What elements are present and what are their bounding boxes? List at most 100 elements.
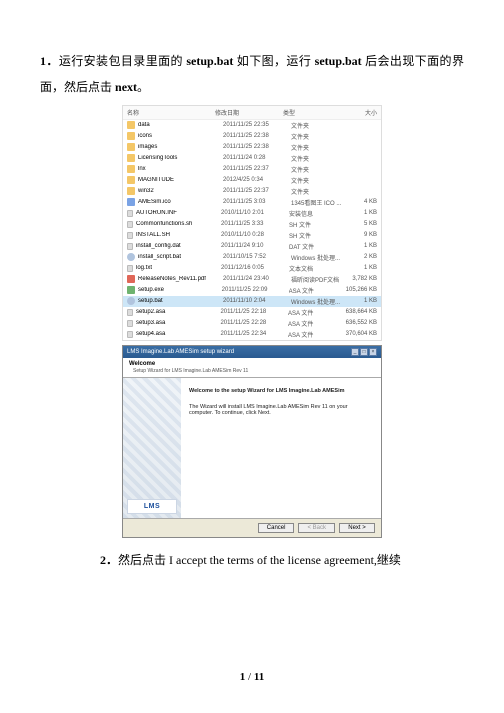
explorer-header: 名称 修改日期 类型 大小 (123, 106, 381, 120)
cell-type: 安装信息 (289, 209, 347, 218)
table-row: setup2.asa2011/11/25 22:18ASA 文件638,664 … (123, 307, 381, 318)
table-row: setup.exe2011/11/25 22:09ASA 文件105,266 K… (123, 285, 381, 296)
cell-size: 105,266 KB (346, 287, 377, 293)
cell-date: 2011/11/25 22:18 (220, 309, 288, 315)
cell-type: 1345看图王 ICO ... (291, 198, 349, 207)
cell-name: setup.bat (138, 298, 223, 304)
table-row: setup3.asa2011/11/25 22:28ASA 文件636,552 … (123, 318, 381, 329)
file-icon (127, 309, 133, 316)
setup-wizard-screenshot: LMS Imagine.Lab AMESim setup wizard _□× … (122, 345, 382, 538)
wizard-welcome-line: Welcome to the setup Wizard for LMS Imag… (189, 388, 373, 394)
cell-type: ASA 文件 (289, 286, 346, 295)
cell-size: 4 KB (349, 199, 377, 205)
table-row: AMESim.ico2011/11/25 3:031345看图王 ICO ...… (123, 197, 381, 208)
file-icon (127, 221, 133, 228)
file-icon (127, 232, 133, 239)
table-row: Commonfunctions.sh2011/11/25 3:33SH 文件5 … (123, 219, 381, 230)
cell-name: lnx (138, 166, 223, 172)
cell-name: install_config.dat (136, 243, 221, 249)
cell-name: log.txt (136, 265, 221, 271)
cell-type: ASA 文件 (288, 330, 346, 339)
table-row: setup.bat2011/11/10 2:04Windows 批处理...1 … (123, 296, 381, 307)
gear-icon (127, 253, 135, 261)
cell-date: 2011/11/25 22:38 (223, 144, 291, 150)
cell-date: 2011/11/25 3:03 (223, 199, 291, 205)
table-row: lnx2011/11/25 22:37文件夹 (123, 164, 381, 175)
cell-name: setup3.asa (136, 320, 220, 326)
cell-type: SH 文件 (289, 231, 347, 240)
table-row: INSTALL.SH2010/11/10 0:28SH 文件9 KB (123, 230, 381, 241)
wizard-title-text: LMS Imagine.Lab AMESim setup wizard (127, 349, 234, 355)
cell-date: 2011/11/25 22:34 (220, 331, 288, 337)
cell-size: 370,604 KB (346, 331, 377, 337)
cell-name: LicensingTools (138, 155, 223, 161)
cell-size: 1 KB (349, 298, 377, 304)
cell-type: 福昕阅读PDF文档 (291, 275, 349, 284)
table-row: log.txt2011/12/16 0:05文本文档1 KB (123, 263, 381, 274)
wizard-header: Welcome Setup Wizard for LMS Imagine.Lab… (123, 358, 381, 378)
cell-date: 2011/12/16 0:05 (221, 265, 289, 271)
cell-date: 2011/11/25 22:35 (223, 122, 291, 128)
file-icon (127, 265, 133, 272)
cell-size: 636,552 KB (346, 320, 377, 326)
folder-icon (127, 132, 135, 140)
folder-icon (127, 176, 135, 184)
cell-name: setup2.asa (136, 309, 220, 315)
cell-size: 9 KB (347, 232, 377, 238)
wizard-content: Welcome to the setup Wizard for LMS Imag… (181, 378, 381, 518)
cell-type: Windows 批处理... (291, 253, 349, 262)
table-row: win322011/11/25 22:37文件夹 (123, 186, 381, 197)
pdf-icon (127, 275, 135, 283)
wizard-instruction-line: The Wizard will install LMS Imagine.Lab … (189, 404, 373, 416)
file-icon (127, 210, 133, 217)
cell-type: ASA 文件 (288, 319, 346, 328)
cell-date: 2011/11/24 9:10 (221, 243, 289, 249)
cell-date: 2011/11/10 2:04 (223, 298, 291, 304)
cell-name: AUTORUN.INF (136, 210, 221, 216)
table-row: MAGNITUDE2012/4/25 0:34文件夹 (123, 175, 381, 186)
cell-type: 文件夹 (291, 143, 349, 152)
gear-icon (127, 297, 135, 305)
cell-type: 文本文档 (289, 264, 347, 273)
cell-date: 2011/11/24 0:28 (223, 155, 291, 161)
explorer-body: data2011/11/25 22:35文件夹icons2011/11/25 2… (123, 120, 381, 340)
cell-name: setup.exe (138, 287, 222, 293)
wizard-titlebar: LMS Imagine.Lab AMESim setup wizard _□× (123, 346, 381, 358)
wizard-body: LMS Welcome to the setup Wizard for LMS … (123, 378, 381, 518)
col-name: 名称 (127, 108, 215, 117)
lms-logo: LMS (127, 499, 177, 514)
cell-type: DAT 文件 (289, 242, 347, 251)
cell-type: Windows 批处理... (291, 297, 349, 306)
folder-icon (127, 187, 135, 195)
cell-date: 2011/11/25 22:28 (220, 320, 288, 326)
step-1-text: 1．运行安装包目录里面的 setup.bat 如下图，运行 setup.bat … (40, 48, 464, 101)
cell-date: 2011/11/25 22:37 (223, 188, 291, 194)
cell-type: 文件夹 (291, 154, 349, 163)
wizard-subheader: Setup Wizard for LMS Imagine.Lab AMESim … (133, 368, 375, 374)
cell-name: MAGNITUDE (138, 177, 223, 183)
sidebar-diagram (123, 378, 181, 518)
file-icon (127, 331, 133, 338)
ico-icon (127, 198, 135, 206)
table-row: setup4.asa2011/11/25 22:34ASA 文件370,604 … (123, 329, 381, 340)
folder-icon (127, 165, 135, 173)
step-2-text: 2．然后点击 I accept the terms of the license… (100, 548, 464, 572)
next-button[interactable]: Next > (339, 523, 375, 533)
cell-name: install_script.bat (138, 254, 223, 260)
cancel-button[interactable]: Cancel (258, 523, 295, 533)
back-button[interactable]: < Back (298, 523, 335, 533)
folder-icon (127, 121, 135, 129)
cell-name: win32 (138, 188, 223, 194)
table-row: install_config.dat2011/11/24 9:10DAT 文件1… (123, 241, 381, 252)
cell-name: data (138, 122, 223, 128)
wizard-footer: Cancel < Back Next > (123, 518, 381, 537)
cell-size: 638,664 KB (346, 309, 377, 315)
window-controls: _□× (350, 348, 377, 356)
cell-name: AMESim.ico (138, 199, 223, 205)
col-size: 大小 (341, 108, 377, 117)
cell-type: 文件夹 (291, 165, 349, 174)
wizard-sidebar: LMS (123, 378, 181, 518)
folder-icon (127, 154, 135, 162)
table-row: install_script.bat2011/10/15 7:52Windows… (123, 252, 381, 263)
close-icon: × (369, 348, 377, 356)
